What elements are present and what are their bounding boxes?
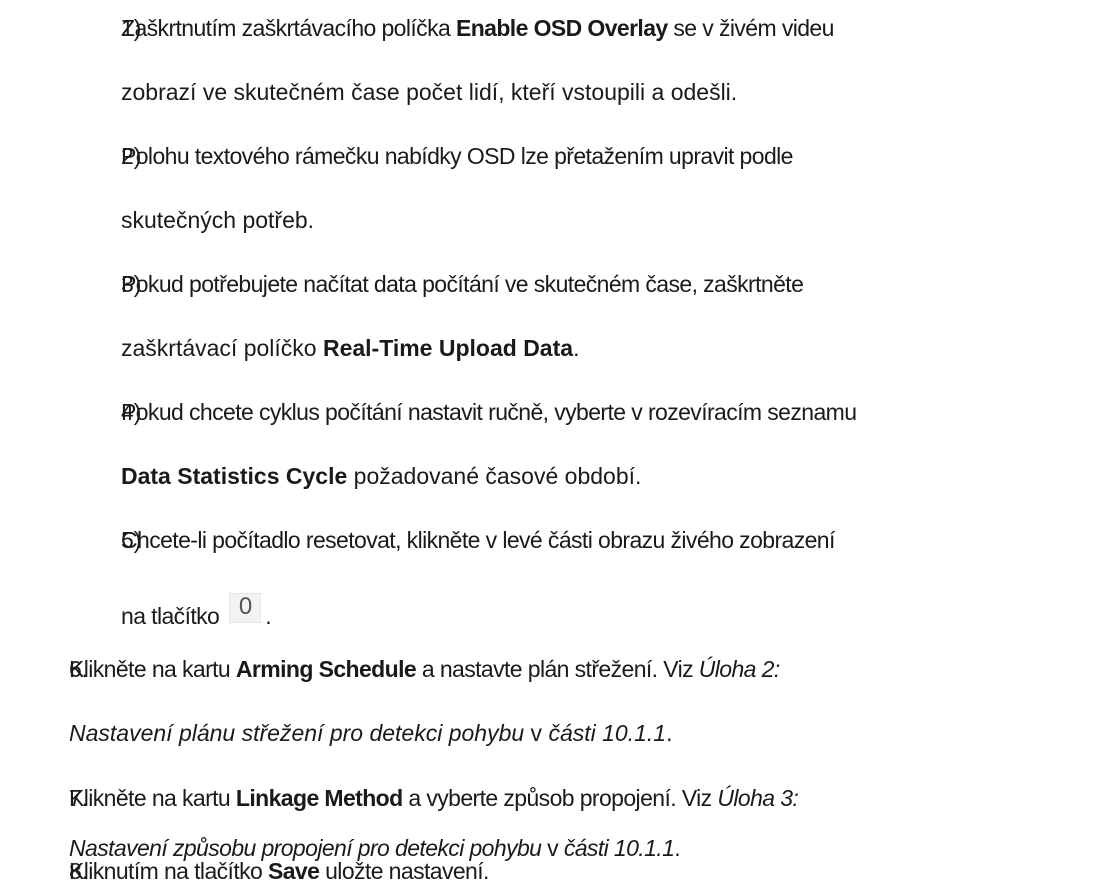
- document-page: 1) Zaškrtnutím zaškrtávacího políčka Ena…: [0, 0, 1102, 884]
- text-run: Klikněte na kartu: [69, 785, 236, 811]
- cross-reference: Nastavení plánu střežení pro detekci poh…: [69, 720, 525, 746]
- text-run: na tlačítko: [121, 603, 220, 629]
- reset-counter-button[interactable]: 0: [229, 593, 262, 623]
- ui-term: Arming Schedule: [235, 656, 417, 682]
- text-run: uložte nastavení.: [319, 858, 489, 884]
- text-run: .: [265, 603, 272, 629]
- text-run: Kliknutím na tlačítko: [69, 858, 268, 884]
- ui-term: Real-Time Upload Data: [322, 335, 574, 361]
- step-line: Polohu textového rámečku nabídky OSD lze…: [121, 141, 793, 171]
- step-line: na tlačítko 0.: [121, 593, 272, 631]
- text-run: skutečných potřeb.: [121, 207, 315, 233]
- text-run: .: [573, 335, 580, 361]
- text-run: .: [666, 720, 673, 746]
- text-run: požadované časové období.: [347, 463, 642, 489]
- step-line: Pokud potřebujete načítat data počítání …: [121, 269, 804, 299]
- step-line: Nastavení plánu střežení pro detekci poh…: [69, 718, 672, 748]
- step-line: Pokud chcete cyklus počítání nastavit ru…: [121, 397, 857, 427]
- text-run: v: [541, 835, 564, 861]
- cross-reference: části 10.1.1: [563, 835, 675, 861]
- text-run: v: [524, 720, 549, 746]
- text-run: zobrazí ve skutečném čase počet lidí, kt…: [121, 79, 738, 105]
- text-run: Klikněte na kartu: [69, 656, 236, 682]
- step-line: Kliknutím na tlačítko Save uložte nastav…: [69, 856, 489, 886]
- step-line: Chcete-li počítadlo resetovat, klikněte …: [121, 525, 835, 555]
- ui-term: Enable OSD Overlay: [455, 15, 668, 41]
- text-run: a nastavte plán střežení. Viz: [416, 656, 699, 682]
- ui-term: Save: [268, 858, 320, 884]
- step-line: skutečných potřeb.: [121, 205, 314, 235]
- cross-reference: Úloha 2:: [698, 656, 780, 682]
- text-run: se v živém videu: [667, 15, 834, 41]
- cross-reference: části 10.1.1: [548, 720, 667, 746]
- ui-term: Linkage Method: [235, 785, 403, 811]
- text-run: a vyberte způsob propojení. Viz: [402, 785, 718, 811]
- step-line: zaškrtávací políčko Real-Time Upload Dat…: [121, 333, 579, 363]
- cross-reference: Úloha 3:: [717, 785, 799, 811]
- text-run: zaškrtávací políčko: [121, 335, 323, 361]
- text-run: Polohu textového rámečku nabídky OSD lze…: [121, 143, 793, 169]
- text-run: Zaškrtnutím zaškrtávacího políčka: [121, 15, 456, 41]
- ui-term: Data Statistics Cycle: [121, 463, 348, 489]
- text-run: Pokud chcete cyklus počítání nastavit ru…: [121, 399, 857, 425]
- text-run: Pokud potřebujete načítat data počítání …: [121, 271, 804, 297]
- text-run: .: [674, 835, 681, 861]
- step-line: Data Statistics Cycle požadované časové …: [121, 461, 641, 491]
- step-line: Klikněte na kartu Arming Schedule a nast…: [69, 654, 780, 684]
- step-line: Klikněte na kartu Linkage Method a vyber…: [69, 783, 799, 813]
- text-run: Chcete-li počítadlo resetovat, klikněte …: [121, 527, 835, 553]
- step-line: Zaškrtnutím zaškrtávacího políčka Enable…: [121, 13, 834, 43]
- step-line: zobrazí ve skutečném čase počet lidí, kt…: [121, 77, 737, 107]
